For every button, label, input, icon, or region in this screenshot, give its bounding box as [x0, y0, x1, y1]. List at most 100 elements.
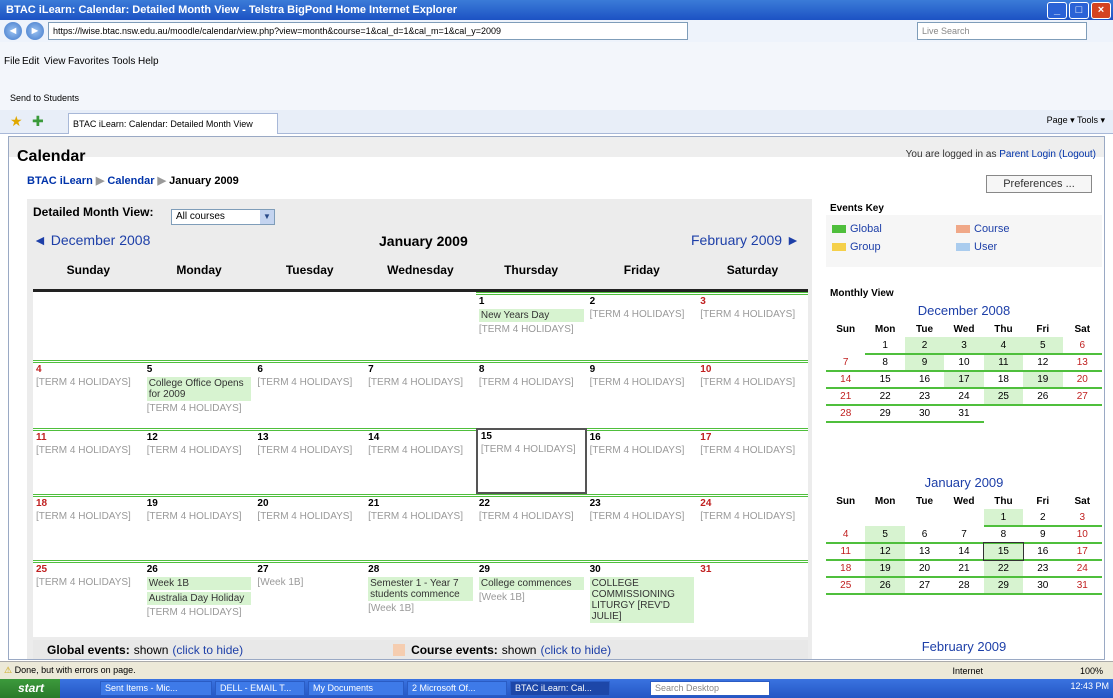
menu-help[interactable]: Help — [138, 56, 159, 67]
mini-day[interactable]: 5 — [1023, 337, 1063, 355]
mini-day[interactable]: 9 — [1023, 526, 1063, 544]
mini-day[interactable]: 16 — [904, 371, 945, 389]
calendar-day-cell[interactable]: 1 New Years Day [TERM 4 HOLIDAYS] — [475, 292, 587, 360]
day-number[interactable]: 29 — [479, 564, 584, 575]
calendar-day-cell[interactable]: 26 Week 1B Australia Day Holiday [TERM 4 HO… — [143, 560, 255, 636]
login-user-link[interactable]: Parent Login — [999, 149, 1056, 160]
mini-day[interactable]: 7 — [944, 526, 984, 544]
mini-day[interactable]: 13 — [904, 543, 945, 561]
holiday-label[interactable]: [TERM 4 HOLIDAYS] — [590, 511, 695, 522]
holiday-label[interactable]: [TERM 4 HOLIDAYS] — [700, 445, 805, 456]
calendar-event[interactable]: Week 1B — [146, 577, 252, 590]
preferences-button[interactable]: Preferences ... — [986, 175, 1092, 193]
mini-day[interactable]: 23 — [1023, 560, 1063, 578]
mini-day[interactable]: 18 — [983, 371, 1024, 389]
calendar-day-cell[interactable]: 4 [TERM 4 HOLIDAYS] — [33, 360, 144, 428]
mini-day[interactable]: 1 — [983, 509, 1024, 527]
mini-day[interactable]: 4 — [826, 526, 866, 544]
calendar-day-cell[interactable]: 15 [TERM 4 HOLIDAYS] — [475, 428, 587, 494]
mini-day[interactable]: 23 — [904, 388, 945, 406]
mini-day[interactable]: 15 — [865, 371, 905, 389]
add-favorites-icon[interactable]: ✚ — [32, 113, 44, 130]
mini-day[interactable]: 29 — [865, 405, 905, 423]
page-tools-menu[interactable]: Page ▾ Tools ▾ — [1047, 115, 1105, 126]
calendar-day-cell[interactable]: 27 [Week 1B] — [254, 560, 366, 636]
holiday-label[interactable]: [TERM 4 HOLIDAYS] — [257, 445, 362, 456]
day-number[interactable]: 28 — [368, 564, 473, 575]
mini-day[interactable]: 11 — [983, 354, 1024, 372]
logout-link[interactable]: (Logout) — [1059, 149, 1096, 160]
calendar-day-cell[interactable]: 31 — [697, 560, 808, 636]
mini-day[interactable]: 12 — [1023, 354, 1063, 372]
mini-day[interactable]: 11 — [826, 543, 866, 561]
day-number[interactable]: 17 — [700, 432, 805, 443]
day-number[interactable]: 27 — [257, 564, 362, 575]
mini-day[interactable]: 10 — [944, 354, 984, 372]
mini-day[interactable]: 10 — [1062, 526, 1102, 544]
mini-day[interactable]: 15 — [982, 542, 1025, 561]
holiday-label[interactable]: [TERM 4 HOLIDAYS] — [479, 324, 584, 335]
mini-day[interactable]: 4 — [983, 337, 1024, 355]
prev-month-link[interactable]: ◄ December 2008 — [33, 232, 150, 248]
calendar-day-cell[interactable]: 12 [TERM 4 HOLIDAYS] — [143, 428, 255, 494]
mini-day[interactable]: 14 — [826, 371, 866, 389]
holiday-label[interactable]: [TERM 4 HOLIDAYS] — [590, 377, 695, 388]
mini-day[interactable]: 22 — [983, 560, 1024, 578]
holiday-label[interactable]: [TERM 4 HOLIDAYS] — [36, 445, 141, 456]
holiday-label[interactable]: [TERM 4 HOLIDAYS] — [257, 377, 362, 388]
key-course[interactable]: Course — [956, 223, 1009, 235]
mini-day[interactable]: 25 — [983, 388, 1024, 406]
holiday-label[interactable]: [TERM 4 HOLIDAYS] — [700, 377, 805, 388]
mini-day[interactable]: 31 — [944, 405, 984, 423]
day-number[interactable]: 26 — [147, 564, 252, 575]
holiday-label[interactable]: [TERM 4 HOLIDAYS] — [147, 445, 252, 456]
holiday-label[interactable]: [TERM 4 HOLIDAYS] — [368, 511, 473, 522]
calendar-event[interactable]: New Years Day — [478, 309, 584, 322]
calendar-day-cell[interactable]: 8 [TERM 4 HOLIDAYS] — [475, 360, 587, 428]
mini-day[interactable]: 26 — [1023, 388, 1063, 406]
holiday-label[interactable]: [TERM 4 HOLIDAYS] — [479, 377, 584, 388]
global-hide-link[interactable]: (click to hide) — [172, 643, 243, 657]
day-number[interactable]: 23 — [590, 498, 695, 509]
day-number[interactable]: 5 — [147, 364, 252, 375]
mini-day[interactable]: 19 — [1023, 371, 1063, 389]
mini-day[interactable]: 18 — [826, 560, 866, 578]
mini-day[interactable]: 20 — [1062, 371, 1102, 389]
mini-day[interactable]: 31 — [1062, 577, 1102, 595]
course-select[interactable]: All courses ▼ — [171, 209, 275, 225]
mini-day[interactable]: 27 — [904, 577, 945, 595]
forward-icon[interactable]: ► — [26, 22, 44, 40]
next-month-link[interactable]: February 2009 ► — [691, 232, 800, 248]
day-number[interactable]: 25 — [36, 564, 141, 575]
calendar-day-cell[interactable]: 29 College commences [Week 1B] — [475, 560, 587, 636]
maximize-button[interactable]: □ — [1069, 1, 1089, 19]
holiday-label[interactable]: [TERM 4 HOLIDAYS] — [700, 309, 805, 320]
calendar-event[interactable]: College Office Opens for 2009 — [146, 377, 252, 401]
calendar-day-cell[interactable]: 3 [TERM 4 HOLIDAYS] — [697, 292, 808, 360]
calendar-day-cell[interactable]: 5 College Office Opens for 2009 [TERM 4 HO… — [143, 360, 255, 428]
calendar-event[interactable]: Australia Day Holiday — [146, 592, 252, 605]
mini-day[interactable]: 25 — [826, 577, 866, 595]
calendar-day-cell[interactable]: 30 COLLEGE COMMISSIONING LITURGY [REV'D J… — [586, 560, 698, 636]
day-number[interactable]: 10 — [700, 364, 805, 375]
holiday-label[interactable]: [Week 1B] — [479, 592, 584, 603]
mini-day[interactable]: 17 — [944, 371, 984, 389]
mini-day[interactable]: 3 — [944, 337, 984, 355]
start-button[interactable]: start — [0, 679, 60, 698]
mini-day[interactable]: 21 — [944, 560, 984, 578]
mini-day[interactable]: 2 — [1023, 509, 1063, 527]
holiday-label[interactable]: [TERM 4 HOLIDAYS] — [590, 445, 695, 456]
day-number[interactable]: 1 — [479, 296, 584, 307]
url-field[interactable]: https://lwise.btac.nsw.edu.au/moodle/cal… — [48, 22, 688, 40]
calendar-day-cell[interactable]: 21 [TERM 4 HOLIDAYS] — [365, 494, 476, 560]
mini-day[interactable]: 21 — [826, 388, 866, 406]
calendar-day-cell[interactable]: 7 [TERM 4 HOLIDAYS] — [365, 360, 476, 428]
mini-day[interactable]: 2 — [904, 337, 945, 355]
holiday-label[interactable]: [TERM 4 HOLIDAYS] — [257, 511, 362, 522]
day-number[interactable]: 31 — [700, 564, 805, 575]
calendar-day-cell[interactable]: 17 [TERM 4 HOLIDAYS] — [697, 428, 808, 494]
calendar-day-cell[interactable]: 10 [TERM 4 HOLIDAYS] — [697, 360, 808, 428]
day-number[interactable]: 11 — [36, 432, 141, 443]
holiday-label[interactable]: [TERM 4 HOLIDAYS] — [147, 403, 252, 414]
holiday-label[interactable]: [TERM 4 HOLIDAYS] — [590, 309, 695, 320]
